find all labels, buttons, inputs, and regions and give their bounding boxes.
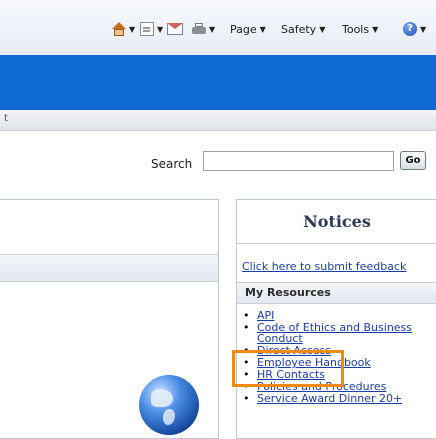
tools-menu-label: Tools — [342, 22, 370, 36]
chevron-down-icon[interactable]: ▼ — [209, 25, 215, 34]
my-resources-label: My Resources — [245, 286, 331, 299]
resource-link-service-award[interactable]: Service Award Dinner 20+ — [257, 392, 402, 405]
browser-command-bar: ▼ ▼ ▼ Page ▼ Safety ▼ Tools ▼ ? ▼ — [0, 0, 436, 56]
home-icon — [112, 22, 126, 36]
chevron-down-icon: ▼ — [259, 24, 266, 34]
safety-menu-label: Safety — [281, 22, 317, 36]
mail-icon — [167, 23, 183, 35]
go-button[interactable]: Go — [400, 151, 426, 170]
read-mail-button[interactable] — [167, 20, 183, 38]
highlight-annotation — [232, 350, 344, 387]
main-content-panel — [0, 199, 219, 439]
print-icon — [192, 23, 206, 35]
chevron-down-icon: ▼ — [372, 24, 379, 34]
print-button[interactable]: ▼ — [192, 20, 215, 38]
tools-menu[interactable]: Tools ▼ — [342, 20, 378, 38]
feed-icon — [140, 22, 154, 36]
breadcrumb: t — [0, 110, 436, 131]
list-item: Code of Ethics and Business Conduct — [237, 322, 436, 344]
search-input[interactable] — [203, 151, 394, 171]
site-banner — [0, 55, 436, 110]
resource-link-code-of-ethics[interactable]: Code of Ethics and Business Conduct — [257, 321, 412, 345]
help-button[interactable]: ? ▼ — [403, 20, 426, 38]
chevron-down-icon[interactable]: ▼ — [157, 25, 163, 34]
page-menu-label: Page — [230, 22, 257, 36]
list-item: API — [237, 310, 436, 321]
list-item: Service Award Dinner 20+ — [237, 393, 436, 404]
safety-menu[interactable]: Safety ▼ — [281, 20, 325, 38]
panel-subheader — [0, 254, 218, 282]
feedback-link[interactable]: Click here to submit feedback — [242, 260, 406, 273]
breadcrumb-text: t — [4, 113, 8, 124]
search-label: Search — [151, 157, 193, 171]
feeds-button[interactable]: ▼ — [140, 20, 163, 38]
home-button[interactable]: ▼ — [112, 20, 135, 38]
chevron-down-icon[interactable]: ▼ — [129, 25, 135, 34]
chevron-down-icon: ▼ — [319, 24, 326, 34]
chevron-down-icon[interactable]: ▼ — [420, 25, 426, 34]
help-icon: ? — [403, 22, 417, 36]
my-resources-header: My Resources — [237, 282, 436, 304]
globe-icon — [139, 375, 199, 435]
notices-panel: Notices Click here to submit feedback My… — [236, 199, 436, 439]
divider — [237, 243, 436, 244]
page-menu[interactable]: Page ▼ — [230, 20, 266, 38]
notices-title: Notices — [303, 212, 371, 231]
